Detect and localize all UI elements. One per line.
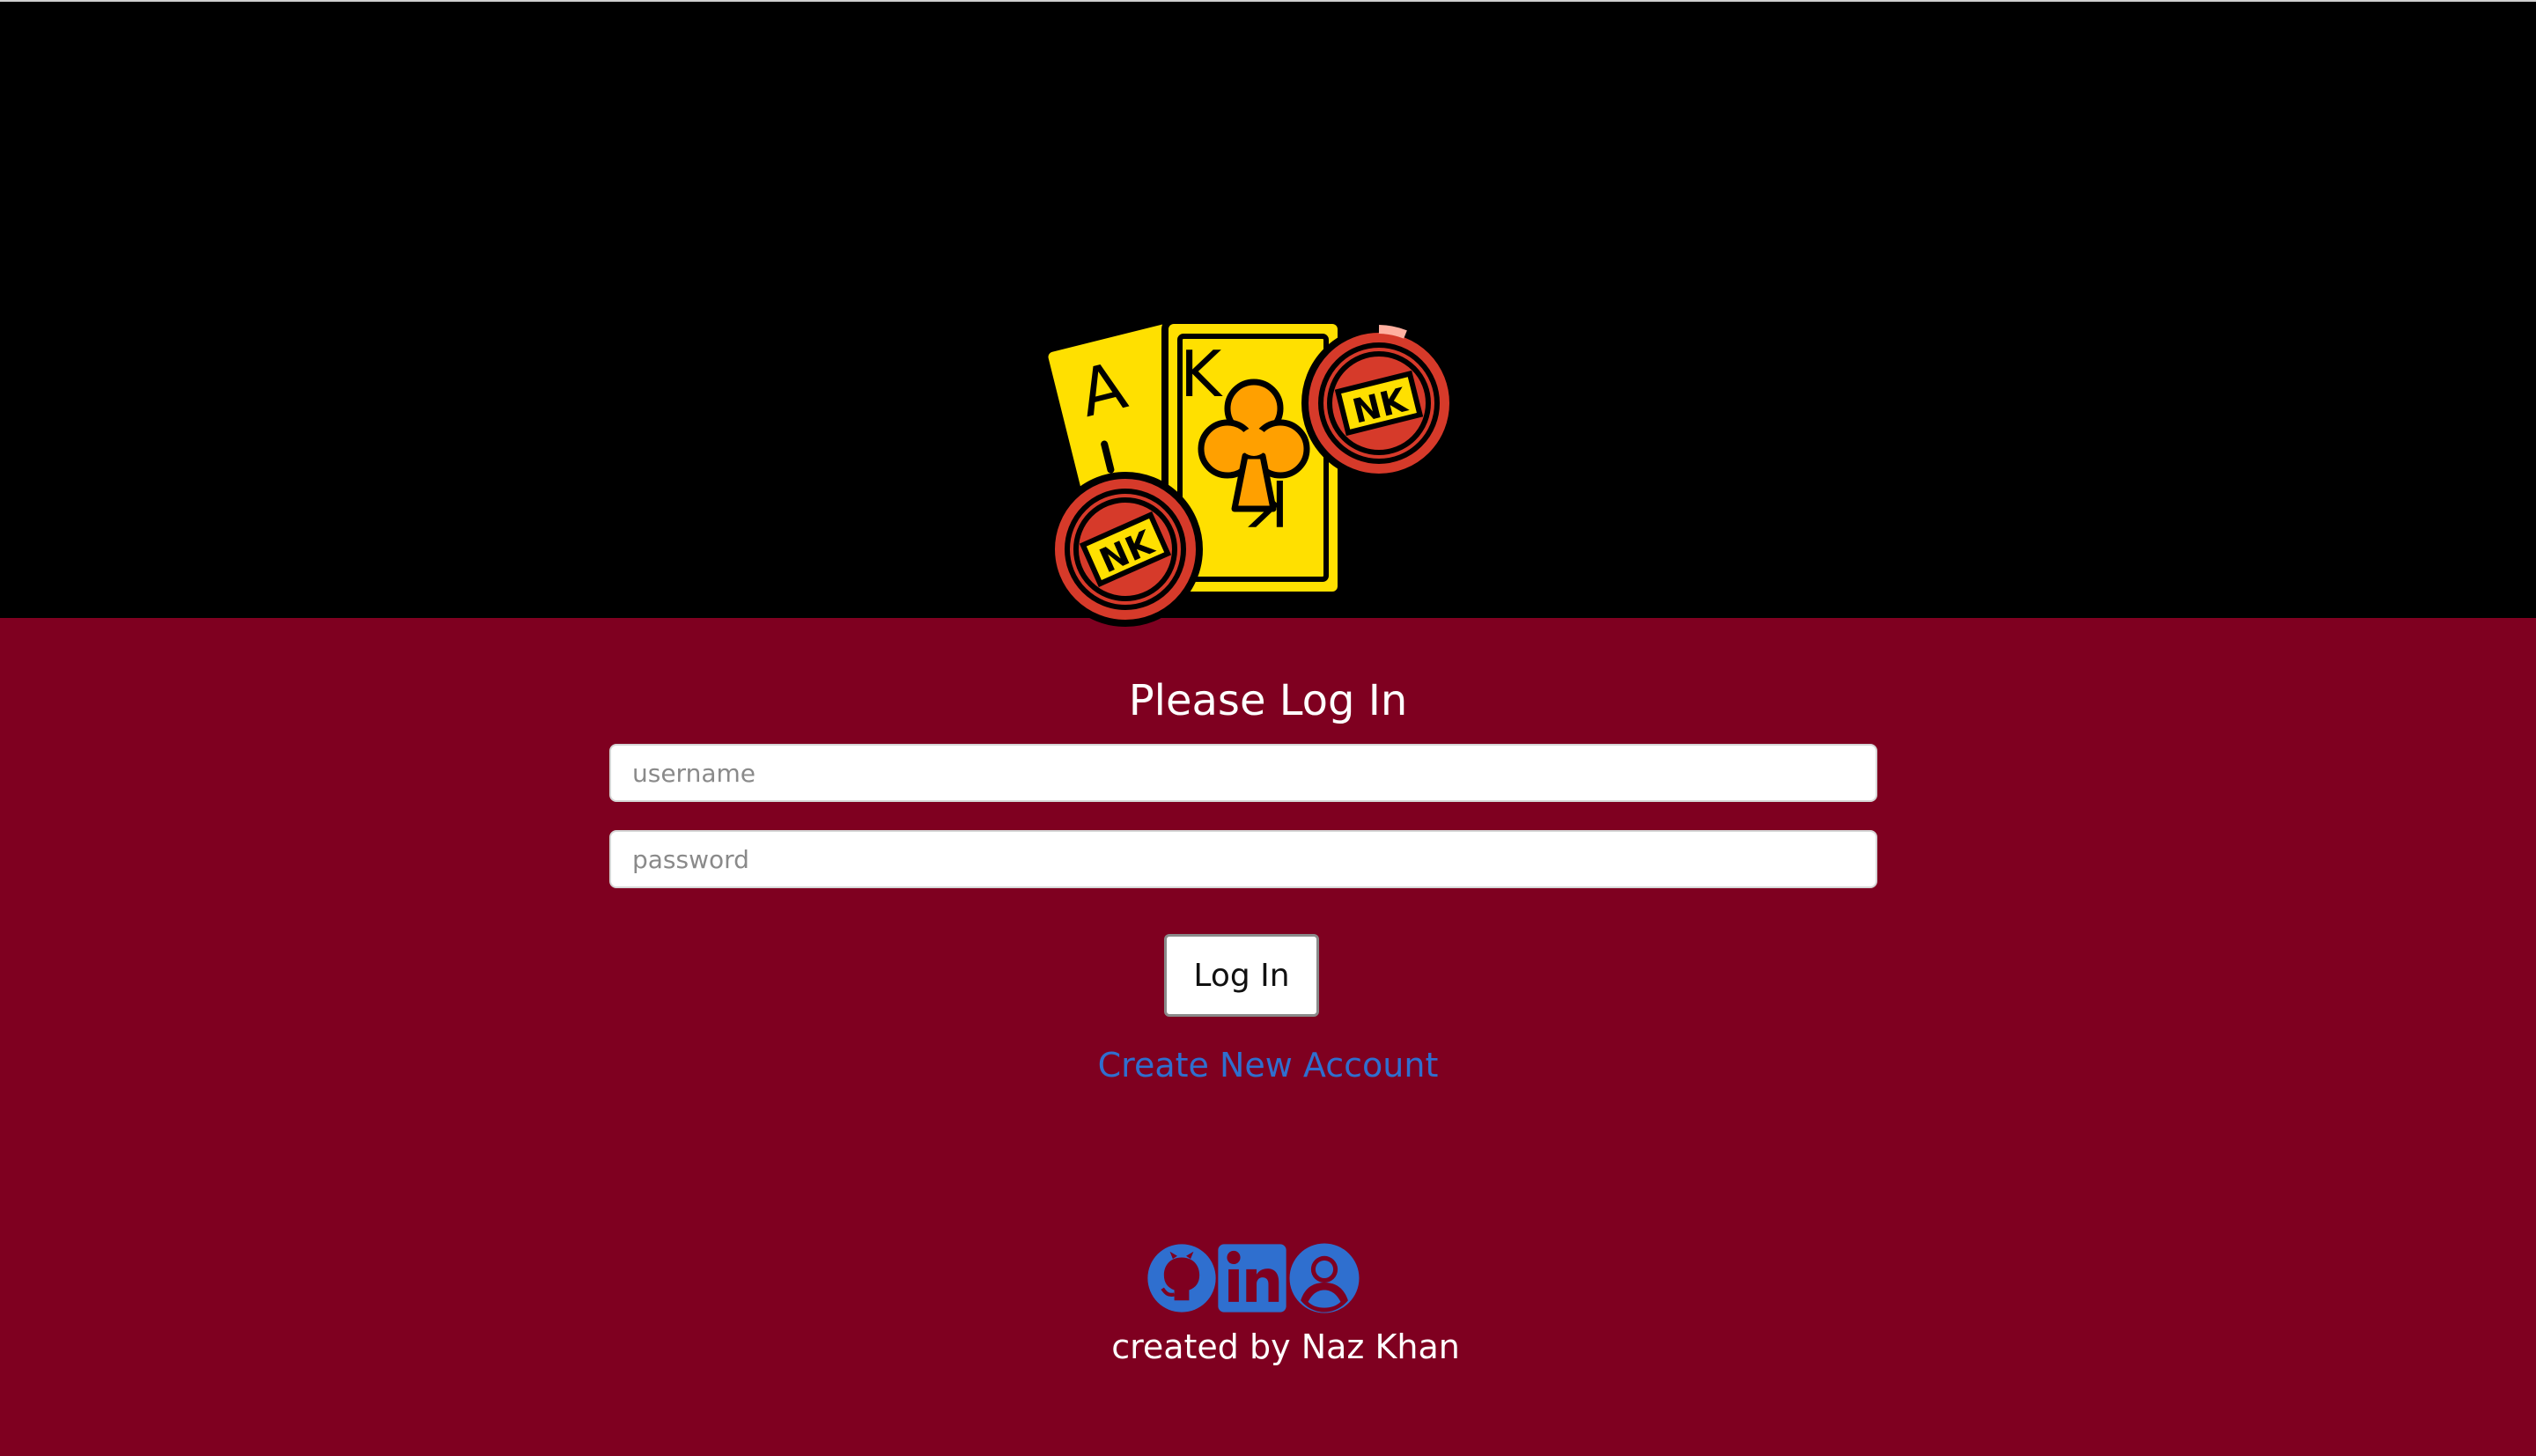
login-page: A K K [0,0,2536,1456]
poker-chip-icon: NK [1048,472,1203,627]
credit-text: created by Naz Khan [1111,1327,1460,1366]
profile-icon[interactable] [1287,1241,1361,1315]
login-title: Please Log In [1128,676,1408,725]
login-button[interactable]: Log In [1164,934,1319,1017]
github-icon[interactable] [1145,1241,1219,1315]
username-input[interactable] [609,744,1877,802]
playing-cards-chips-logo: A K K [1046,310,1456,627]
create-account-link[interactable]: Create New Account [0,1042,2536,1088]
social-links [1145,1241,1409,1317]
linkedin-icon[interactable] [1215,1241,1289,1315]
poker-chip-icon: NK [1301,325,1456,481]
password-input[interactable] [609,830,1877,888]
svg-text:K: K [1180,337,1223,411]
